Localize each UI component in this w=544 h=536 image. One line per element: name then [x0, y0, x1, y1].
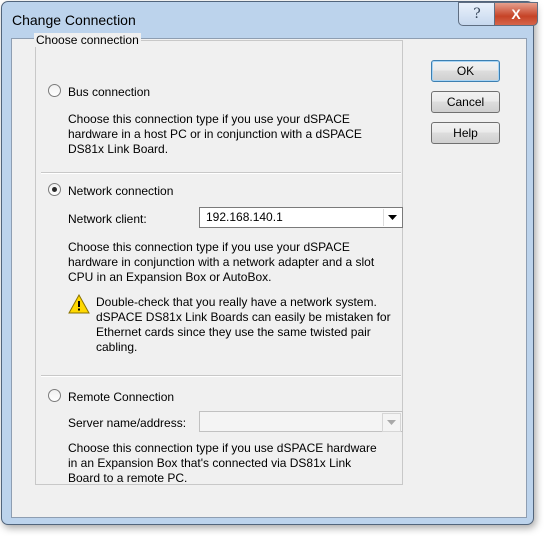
warning-icon	[68, 294, 90, 314]
server-name-combobox[interactable]	[199, 411, 403, 432]
separator	[41, 375, 401, 377]
chevron-down-icon[interactable]	[383, 209, 401, 226]
remote-connection-radio[interactable]	[48, 389, 61, 402]
remote-connection-label[interactable]: Remote Connection	[68, 390, 174, 404]
group-label: Choose connection	[34, 33, 141, 47]
close-button[interactable]: X	[494, 2, 538, 26]
help-button[interactable]: Help	[431, 122, 500, 144]
window-title: Change Connection	[12, 12, 136, 28]
title-help-button[interactable]: ?	[458, 2, 496, 26]
cancel-button[interactable]: Cancel	[431, 91, 500, 113]
ok-button[interactable]: OK	[431, 60, 500, 82]
network-warning-text: Double-check that you really have a netw…	[96, 295, 391, 354]
network-connection-description: Choose this connection type if you use y…	[68, 240, 375, 284]
bus-connection-label[interactable]: Bus connection	[68, 85, 150, 99]
network-client-label: Network client:	[68, 212, 147, 226]
remote-connection-description: Choose this connection type if you use d…	[68, 441, 377, 485]
bus-connection-radio[interactable]	[48, 84, 61, 97]
server-name-label: Server name/address:	[68, 416, 187, 430]
question-icon: ?	[473, 6, 481, 22]
network-connection-radio[interactable]	[48, 183, 61, 196]
network-client-combobox[interactable]: 192.168.140.1	[199, 207, 403, 228]
close-icon: X	[511, 6, 521, 22]
bus-connection-description: Choose this connection type if you use y…	[68, 112, 362, 156]
separator	[41, 172, 401, 174]
chevron-down-icon[interactable]	[382, 413, 401, 432]
network-connection-label[interactable]: Network connection	[68, 184, 173, 198]
network-client-value: 192.168.140.1	[206, 210, 283, 224]
